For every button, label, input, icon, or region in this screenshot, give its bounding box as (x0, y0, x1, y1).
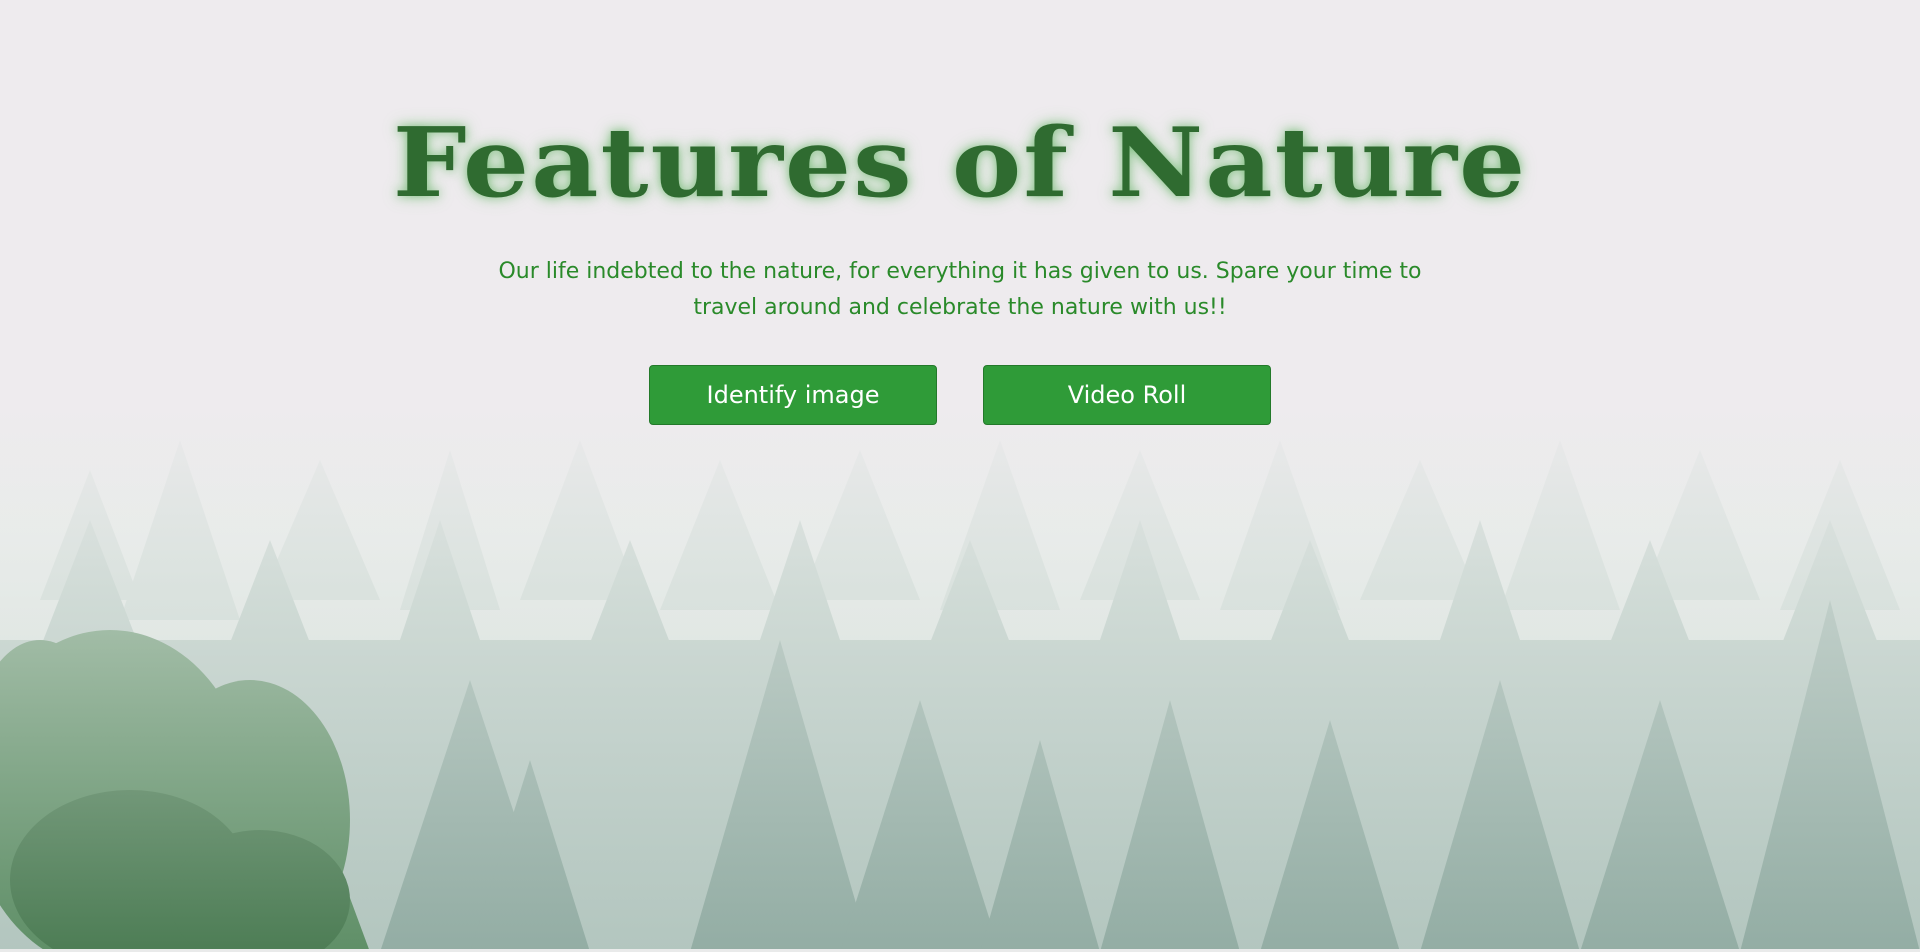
page: Features of Nature Our life indebted to … (0, 0, 1920, 952)
hero-subtitle: Our life indebted to the nature, for eve… (498, 259, 1422, 320)
video-roll-button[interactable]: Video Roll (983, 365, 1271, 425)
page-title: Features of Nature (392, 105, 1528, 220)
identify-image-button[interactable]: Identify image (649, 365, 937, 425)
